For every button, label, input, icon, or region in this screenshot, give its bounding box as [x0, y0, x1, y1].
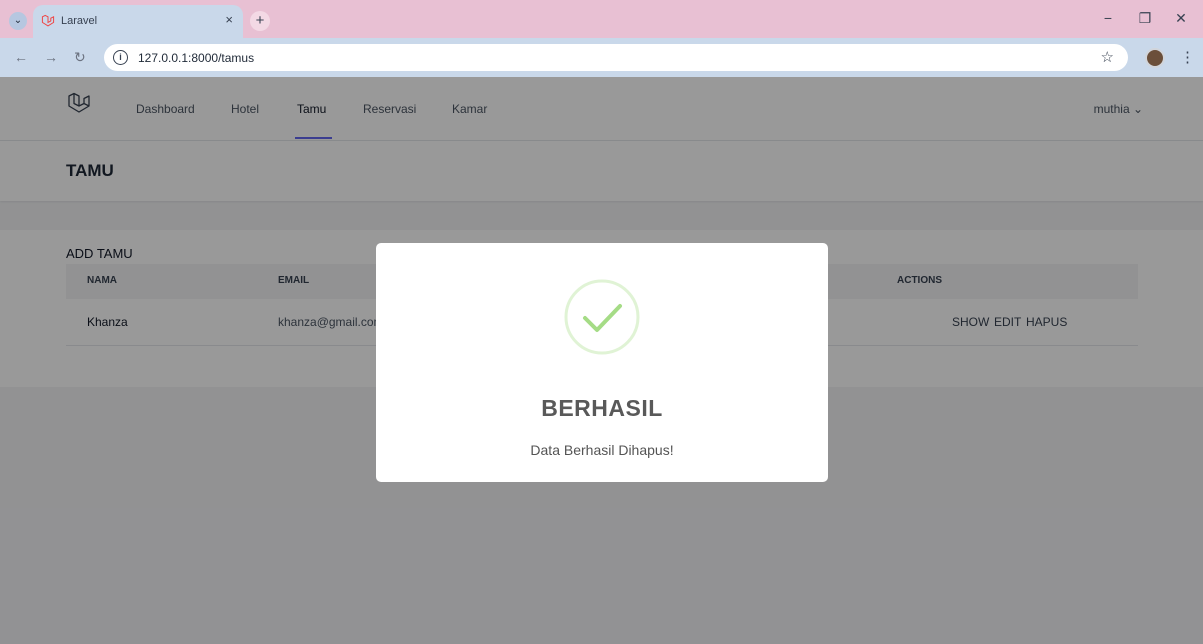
browser-tab[interactable]: Laravel ×	[33, 5, 243, 38]
forward-icon[interactable]: →	[44, 49, 58, 65]
success-modal: BERHASIL Data Berhasil Dihapus!	[376, 243, 828, 482]
modal-title: BERHASIL	[541, 395, 663, 421]
tab-title: Laravel	[61, 15, 98, 27]
success-check-icon	[564, 279, 640, 355]
back-icon[interactable]: ←	[14, 49, 28, 65]
reload-icon[interactable]: ↻	[74, 49, 86, 66]
minimize-button[interactable]: −	[1098, 10, 1118, 26]
url-text[interactable]: 127.0.0.1:8000/tamus	[138, 51, 254, 65]
tab-close-icon[interactable]: ×	[225, 12, 233, 27]
site-info-icon[interactable]: i	[113, 50, 128, 65]
new-tab-button[interactable]: +	[250, 11, 270, 31]
tab-search-icon[interactable]: ⌄	[9, 12, 27, 30]
address-bar[interactable]: i 127.0.0.1:8000/tamus ☆	[104, 44, 1128, 71]
browser-toolbar: ← → ↻ i 127.0.0.1:8000/tamus ☆ ⋮	[0, 38, 1203, 77]
bookmark-star-icon[interactable]: ☆	[1101, 48, 1114, 66]
laravel-favicon-icon	[41, 14, 55, 27]
browser-menu-icon[interactable]: ⋮	[1180, 48, 1195, 66]
profile-avatar[interactable]	[1145, 48, 1165, 68]
close-window-button[interactable]: ✕	[1171, 10, 1191, 27]
browser-tab-bar: ⌄ Laravel × + − ❐ ✕	[0, 0, 1203, 38]
maximize-button[interactable]: ❐	[1135, 10, 1155, 27]
modal-message: Data Berhasil Dihapus!	[530, 442, 674, 458]
